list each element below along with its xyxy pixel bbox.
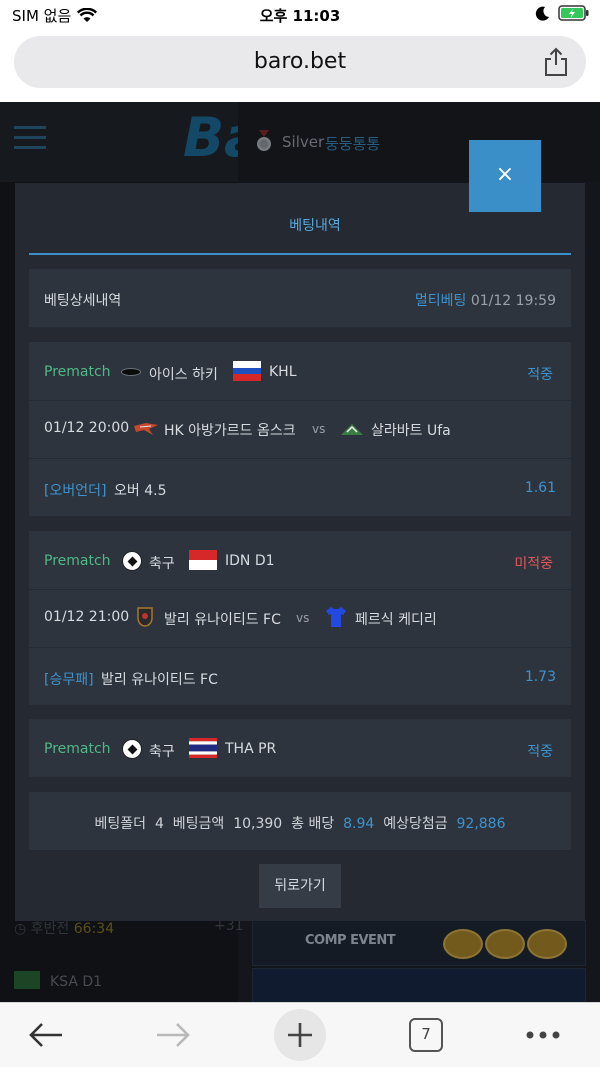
odds: 1.73: [524, 669, 556, 685]
bet-datetime: 01/12 19:59: [470, 293, 556, 309]
expected-label: 예상당첨금: [383, 816, 448, 832]
bet-header-row: Prematch 축구 IDN D1 미적중: [29, 531, 571, 589]
match-time: 01/12 21:00: [44, 609, 130, 625]
total-odds-label: 총 배당: [291, 816, 335, 832]
browser-toolbar: 7: [0, 1002, 600, 1067]
battery-icon: [558, 5, 589, 21]
match-row: 01/12 20:00 HK 아방가르드 옴스크 vs 살라바트 Ufa: [29, 400, 571, 458]
odds: 1.61: [524, 480, 556, 496]
bet-card: Prematch 축구 THA PR 적중: [29, 719, 571, 777]
folder-label: 베팅폴더: [94, 816, 147, 832]
forward-arrow-icon[interactable]: [153, 1015, 193, 1055]
bet-status: 적중: [527, 744, 553, 760]
bet-status: 미적중: [514, 556, 553, 572]
away-team: 페르식 케디리: [355, 612, 437, 628]
new-tab-button[interactable]: [274, 1009, 326, 1061]
back-button[interactable]: 뒤로가기: [259, 864, 341, 908]
bet-card: Prematch 축구 IDN D1 미적중 01/12 21:00 발리 유나…: [29, 531, 571, 705]
bet-header-row: Prematch 축구 THA PR 적중: [29, 719, 571, 777]
clock: 오후 11:03: [259, 7, 341, 25]
vs-label: vs: [296, 611, 310, 625]
expected-value: 92,886: [456, 816, 506, 832]
status-right: [535, 5, 590, 21]
summary-line: 베팅폴더 4 베팅금액 10,390 총 배당 8.94 예상당첨금 92,88…: [29, 813, 571, 833]
folder-value: 4: [154, 816, 164, 832]
moon-icon: [535, 6, 549, 21]
share-icon[interactable]: [542, 46, 570, 78]
vs-label: vs: [312, 422, 326, 436]
status-bar: SIM 없음 오후 11:03: [0, 0, 600, 32]
category: Prematch: [44, 741, 111, 757]
browser-address-area: baro.bet: [0, 32, 600, 102]
close-button[interactable]: ×: [469, 140, 541, 212]
pick-row: [오버언더] 오버 4.5 1.61: [29, 458, 571, 516]
more-icon[interactable]: [524, 1015, 564, 1055]
amount-value: 10,390: [233, 816, 283, 832]
soccer-ball-icon: [122, 739, 142, 759]
category: Prematch: [44, 553, 111, 569]
team-logo-icon: [341, 424, 363, 435]
tabs-button[interactable]: 7: [409, 1018, 443, 1052]
amount-label: 베팅금액: [172, 816, 225, 832]
detail-label: 베팅상세내역: [44, 293, 122, 309]
home-team: HK 아방가르드 옴스크: [164, 423, 296, 439]
url-text[interactable]: baro.bet: [14, 49, 586, 74]
home-team: 발리 유나이티드 FC: [164, 612, 281, 628]
pick-row: [승무패] 발리 유나이티드 FC 1.73: [29, 647, 571, 705]
bet-card: Prematch 아이스 하키 KHL 적중 01/12 20:00 HK 아방…: [29, 342, 571, 516]
total-odds-value: 8.94: [343, 816, 375, 832]
bet-type: 멀티베팅: [414, 293, 467, 309]
league-name: THA PR: [225, 741, 277, 757]
match-time: 01/12 20:00: [44, 420, 130, 436]
russia-flag-icon: [233, 361, 261, 381]
category: Prematch: [44, 364, 111, 380]
bet-meta: 멀티베팅 01/12 19:59: [415, 290, 556, 310]
league-name: KHL: [269, 364, 297, 380]
bet-status: 적중: [527, 367, 553, 383]
pick-name: 오버 4.5: [114, 483, 167, 499]
hockey-puck-icon: [121, 368, 141, 376]
modal-title: 베팅내역: [289, 218, 341, 234]
league-name: IDN D1: [225, 553, 275, 569]
sport-name: 축구: [149, 556, 175, 572]
sport-name: 아이스 하키: [149, 367, 218, 383]
sport-name: 축구: [149, 744, 175, 760]
away-team: 살라바트 Ufa: [371, 423, 451, 439]
thailand-flag-icon: [189, 738, 217, 758]
pick-name: 발리 유나이티드 FC: [101, 672, 218, 688]
market-name: [오버언더]: [44, 483, 107, 499]
match-row: 01/12 21:00 발리 유나이티드 FC vs 페르식 케디리: [29, 589, 571, 647]
bet-detail-header: 베팅상세내역 멀티베팅 01/12 19:59: [29, 269, 571, 327]
address-bar[interactable]: baro.bet: [14, 36, 586, 88]
indonesia-flag-icon: [189, 550, 217, 570]
team-logo-icon: [137, 607, 153, 627]
bet-header-row: Prematch 아이스 하키 KHL 적중: [29, 342, 571, 400]
title-underline: [29, 253, 571, 255]
bet-summary: 베팅폴더 4 베팅금액 10,390 총 배당 8.94 예상당첨금 92,88…: [29, 792, 571, 850]
market-name: [승무패]: [44, 672, 94, 688]
team-logo-icon: [134, 423, 158, 435]
team-jersey-icon: [326, 607, 346, 627]
plus-icon: [288, 1023, 312, 1047]
back-arrow-icon[interactable]: [26, 1015, 66, 1055]
soccer-ball-icon: [122, 551, 142, 571]
